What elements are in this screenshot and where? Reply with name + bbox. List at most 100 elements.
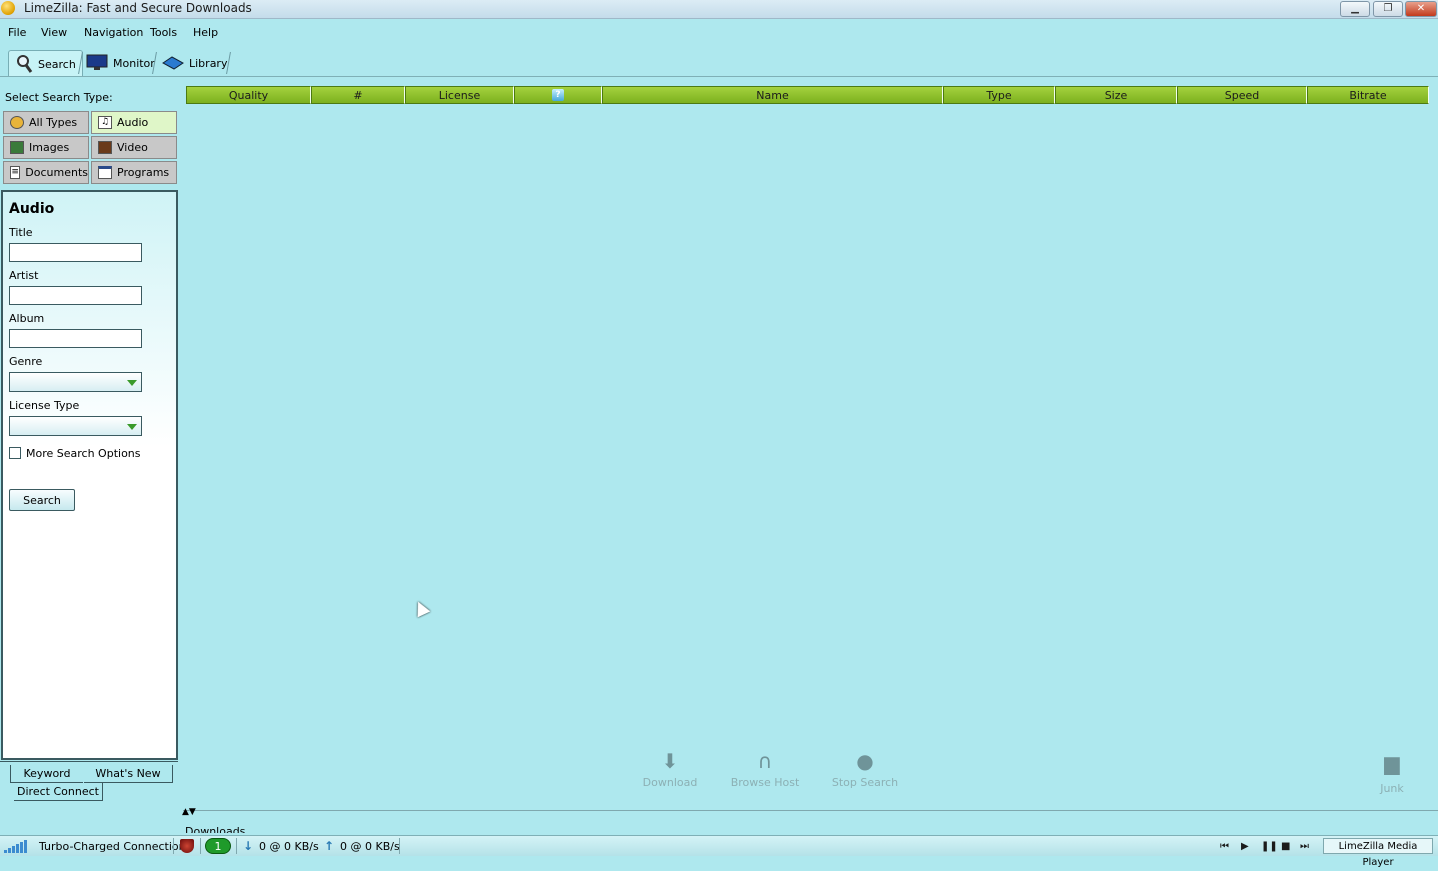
search-button[interactable]: Search <box>9 489 75 511</box>
connection-status: Turbo-Charged Connection <box>39 840 186 853</box>
license-type-select[interactable] <box>9 416 142 436</box>
tab-search-label: Search <box>38 57 76 71</box>
title-bar: LimeZilla: Fast and Secure Downloads ▁ ❐… <box>0 0 1438 19</box>
more-search-options-checkbox[interactable] <box>9 447 21 459</box>
programs-icon <box>98 166 112 179</box>
column-name[interactable]: Name <box>602 86 943 104</box>
artist-field[interactable] <box>9 286 142 305</box>
expand-collapse-arrows-icon[interactable]: ▲▼ <box>182 807 196 817</box>
junk-button[interactable]: ▆ Junk <box>1347 752 1437 795</box>
column-number[interactable]: # <box>311 86 405 104</box>
tab-monitor[interactable]: Monitor <box>86 50 155 76</box>
audio-icon: ♫ <box>98 116 112 129</box>
upload-rate: 0 @ 0 KB/s <box>340 840 400 853</box>
tab-search[interactable]: Search <box>8 50 83 77</box>
title-field[interactable] <box>9 243 142 262</box>
type-audio[interactable]: ♫ Audio <box>91 111 177 134</box>
type-all-types[interactable]: All Types <box>3 111 89 134</box>
all-types-icon <box>10 116 24 129</box>
stop-icon[interactable]: ■ <box>1281 841 1290 852</box>
column-license[interactable]: License <box>405 86 514 104</box>
tab-library[interactable]: Library <box>162 50 227 76</box>
documents-icon: ≡ <box>10 166 21 179</box>
question-icon: ? <box>552 89 564 101</box>
type-documents[interactable]: ≡ Documents <box>3 161 89 184</box>
column-speed[interactable]: Speed <box>1177 86 1307 104</box>
column-quality[interactable]: Quality <box>186 86 311 104</box>
restore-button[interactable]: ❐ <box>1373 1 1403 17</box>
upload-rate-icon: ↑ <box>324 839 335 853</box>
menu-help[interactable]: Help <box>193 26 218 39</box>
type-video-label: Video <box>117 141 148 154</box>
download-rate-icon: ↓ <box>243 839 254 853</box>
browse-host-icon: ∩ <box>757 749 773 773</box>
type-documents-label: Documents <box>25 166 88 179</box>
chevron-down-icon <box>127 380 137 386</box>
monitor-icon <box>86 54 108 70</box>
artist-label: Artist <box>9 269 39 282</box>
type-programs[interactable]: Programs <box>91 161 177 184</box>
previous-track-icon[interactable]: ⏮ <box>1220 841 1229 852</box>
status-bar: Turbo-Charged Connection 1 ↓ 0 @ 0 KB/s … <box>0 835 1438 868</box>
results-table-header: Quality # License ? Name Type Size Speed… <box>186 86 1429 104</box>
pause-icon[interactable]: ❚❚ <box>1261 841 1278 852</box>
minimize-button[interactable]: ▁ <box>1340 1 1370 17</box>
genre-label: Genre <box>9 355 43 368</box>
media-player-label[interactable]: LimeZilla Media Player <box>1323 838 1433 868</box>
album-field[interactable] <box>9 329 142 348</box>
menu-navigation[interactable]: Navigation <box>84 26 143 39</box>
download-rate: 0 @ 0 KB/s <box>259 840 319 853</box>
tab-direct-connect[interactable]: Direct Connect <box>14 783 103 801</box>
library-icon <box>162 56 184 70</box>
type-video[interactable]: Video <box>91 136 177 159</box>
tab-whats-new[interactable]: What's New <box>84 765 173 783</box>
menu-view[interactable]: View <box>41 26 67 39</box>
next-track-icon[interactable]: ⏭ <box>1300 841 1309 852</box>
download-arrow-icon: ⬇ <box>661 749 679 773</box>
restore-icon: ❐ <box>1383 3 1393 14</box>
browse-host-button[interactable]: ∩ Browse Host <box>720 750 810 789</box>
tab-direct-connect-label: Direct Connect <box>17 785 99 798</box>
mouse-cursor <box>411 598 431 618</box>
column-type[interactable]: Type <box>943 86 1055 104</box>
more-search-options-label[interactable]: More Search Options <box>26 447 141 460</box>
form-title: Audio <box>9 201 55 217</box>
type-images[interactable]: Images <box>3 136 89 159</box>
column-spam[interactable]: ? <box>514 86 602 104</box>
search-type-label: Select Search Type: <box>5 91 113 104</box>
title-label: Title <box>9 226 33 239</box>
download-button[interactable]: ⬇ Download <box>625 750 715 789</box>
peer-count-badge: 1 <box>205 838 231 854</box>
junk-label: Junk <box>1380 782 1404 795</box>
type-all-types-label: All Types <box>29 116 78 129</box>
type-audio-label: Audio <box>117 116 149 129</box>
close-button[interactable]: ✕ <box>1405 1 1437 17</box>
album-label: Album <box>9 312 45 325</box>
search-icon <box>17 55 33 73</box>
downloads-divider[interactable] <box>183 810 1438 811</box>
play-icon[interactable]: ▶ <box>1241 841 1249 852</box>
column-size[interactable]: Size <box>1055 86 1177 104</box>
license-type-label: License Type <box>9 399 80 412</box>
stop-icon: ● <box>856 749 874 773</box>
stop-search-label: Stop Search <box>831 776 899 789</box>
browse-host-label: Browse Host <box>730 776 800 789</box>
type-images-label: Images <box>29 141 70 154</box>
genre-select[interactable] <box>9 372 142 392</box>
video-icon <box>98 141 112 154</box>
menu-file[interactable]: File <box>8 26 26 39</box>
firewall-shield-icon[interactable] <box>180 839 194 853</box>
tab-keyword[interactable]: Keyword <box>10 765 83 783</box>
connection-strength-icon <box>4 839 27 853</box>
window-title: LimeZilla: Fast and Secure Downloads <box>24 1 252 15</box>
tab-keyword-label: Keyword <box>23 767 71 780</box>
stop-search-button[interactable]: ● Stop Search <box>820 750 910 789</box>
column-bitrate[interactable]: Bitrate <box>1307 86 1429 104</box>
images-icon <box>10 141 24 154</box>
tab-library-label: Library <box>189 56 228 70</box>
junk-icon: ▆ <box>1384 751 1400 775</box>
menu-tools[interactable]: Tools <box>150 26 177 39</box>
close-icon: ✕ <box>1416 3 1426 14</box>
search-form-panel: Audio Title Artist Album Genre License T… <box>1 190 178 760</box>
app-icon[interactable] <box>1 1 15 15</box>
